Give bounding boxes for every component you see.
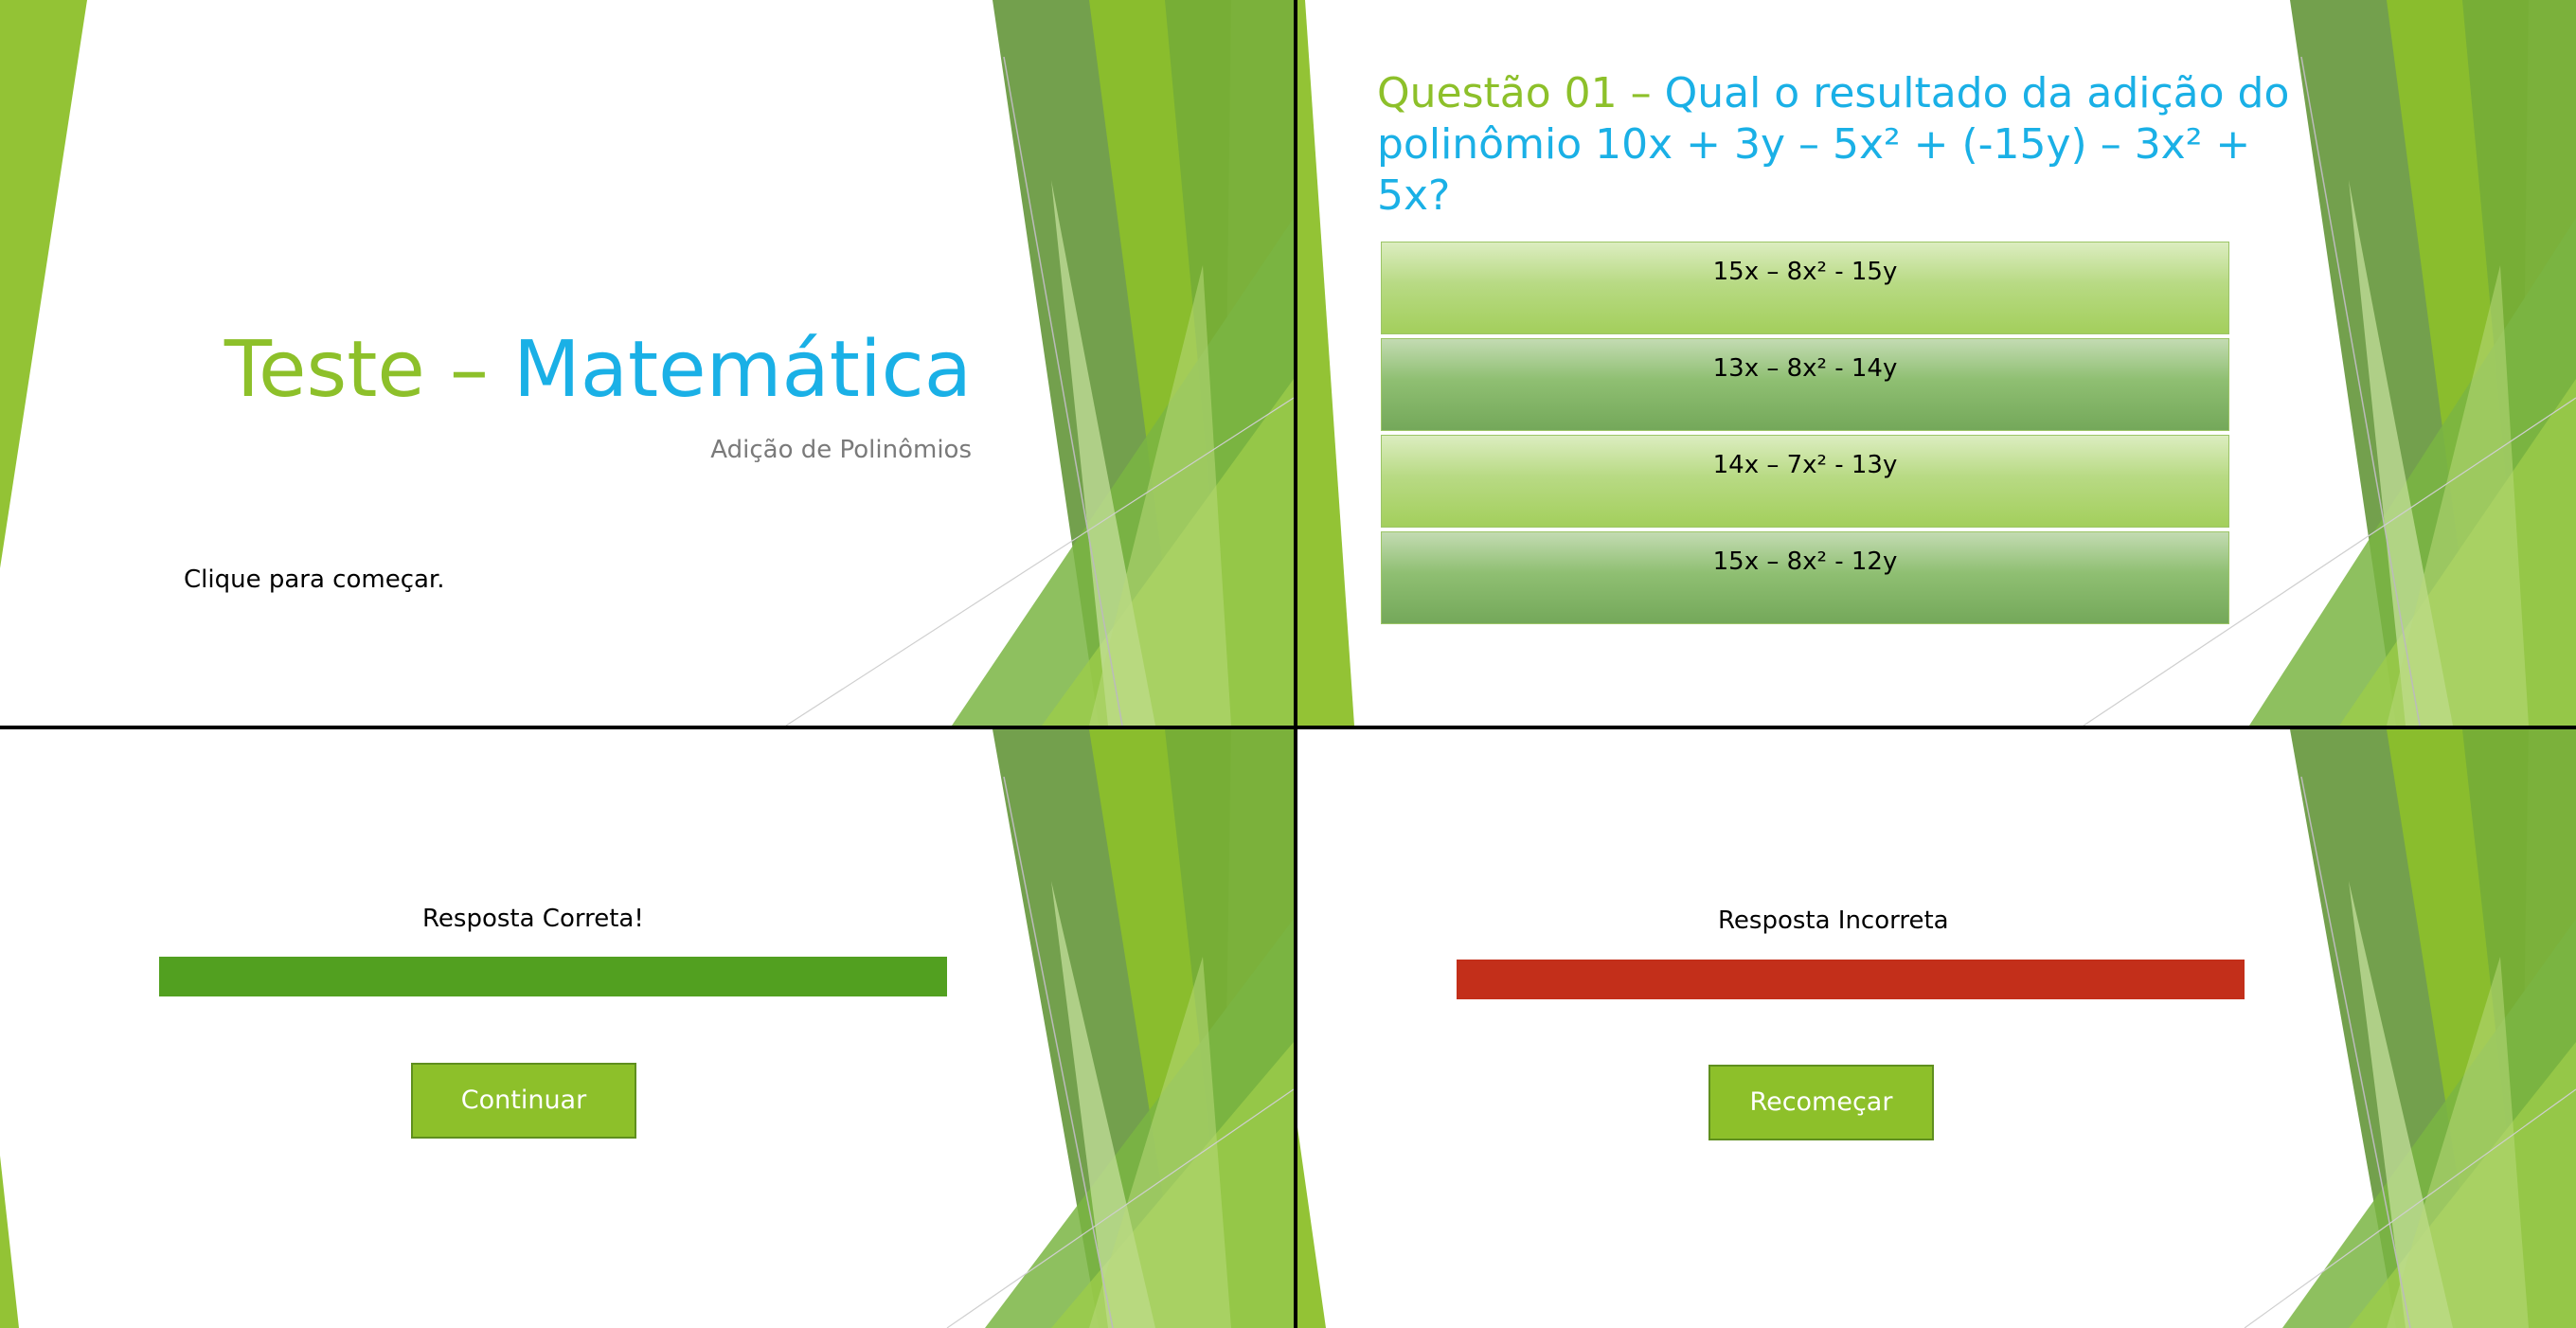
question-number: Questão 01 – bbox=[1377, 69, 1652, 117]
answer-option-label: 13x – 8x² - 14y bbox=[1712, 354, 1898, 383]
continue-button[interactable]: Continuar bbox=[411, 1063, 636, 1139]
answer-option-4[interactable]: 15x – 8x² - 12y bbox=[1381, 531, 2229, 624]
feedback-message: Resposta Correta! bbox=[422, 905, 644, 933]
restart-button[interactable]: Recomeçar bbox=[1708, 1065, 1934, 1140]
vertical-divider bbox=[1294, 0, 1297, 1328]
title-word-teste: Teste bbox=[224, 325, 425, 415]
start-hint-text[interactable]: Clique para começar. bbox=[184, 565, 445, 594]
slide-background-shapes bbox=[0, 729, 1294, 1328]
slide-subtitle: Adição de Polinômios bbox=[710, 436, 972, 464]
feedback-message: Resposta Incorreta bbox=[1718, 906, 1949, 935]
answer-option-3[interactable]: 14x – 7x² - 13y bbox=[1381, 435, 2229, 528]
question-slide: Questão 01 – Qual o resultado da adição … bbox=[1297, 0, 2576, 726]
slide-background-shapes bbox=[1297, 729, 2576, 1328]
answer-option-1[interactable]: 15x – 8x² - 15y bbox=[1381, 242, 2229, 334]
question-heading: Questão 01 – Qual o resultado da adição … bbox=[1377, 68, 2324, 222]
title-word-matematica: Matemática bbox=[513, 325, 972, 415]
correct-answer-slide: Resposta Correta! Continuar bbox=[0, 729, 1294, 1328]
correct-status-bar bbox=[159, 957, 947, 996]
answer-option-label: 14x – 7x² - 13y bbox=[1712, 451, 1898, 479]
answer-option-2[interactable]: 13x – 8x² - 14y bbox=[1381, 338, 2229, 431]
wrong-answer-slide: Resposta Incorreta Recomeçar bbox=[1297, 729, 2576, 1328]
answer-option-label: 15x – 8x² - 12y bbox=[1712, 547, 1898, 576]
title-slide: Teste – Matemática Adição de Polinômios … bbox=[0, 0, 1294, 726]
answer-option-label: 15x – 8x² - 15y bbox=[1712, 258, 1898, 286]
horizontal-divider bbox=[0, 726, 2576, 729]
incorrect-status-bar bbox=[1457, 960, 2245, 999]
title-separator: – bbox=[449, 325, 489, 415]
slide-title: Teste – Matemática bbox=[224, 332, 972, 409]
